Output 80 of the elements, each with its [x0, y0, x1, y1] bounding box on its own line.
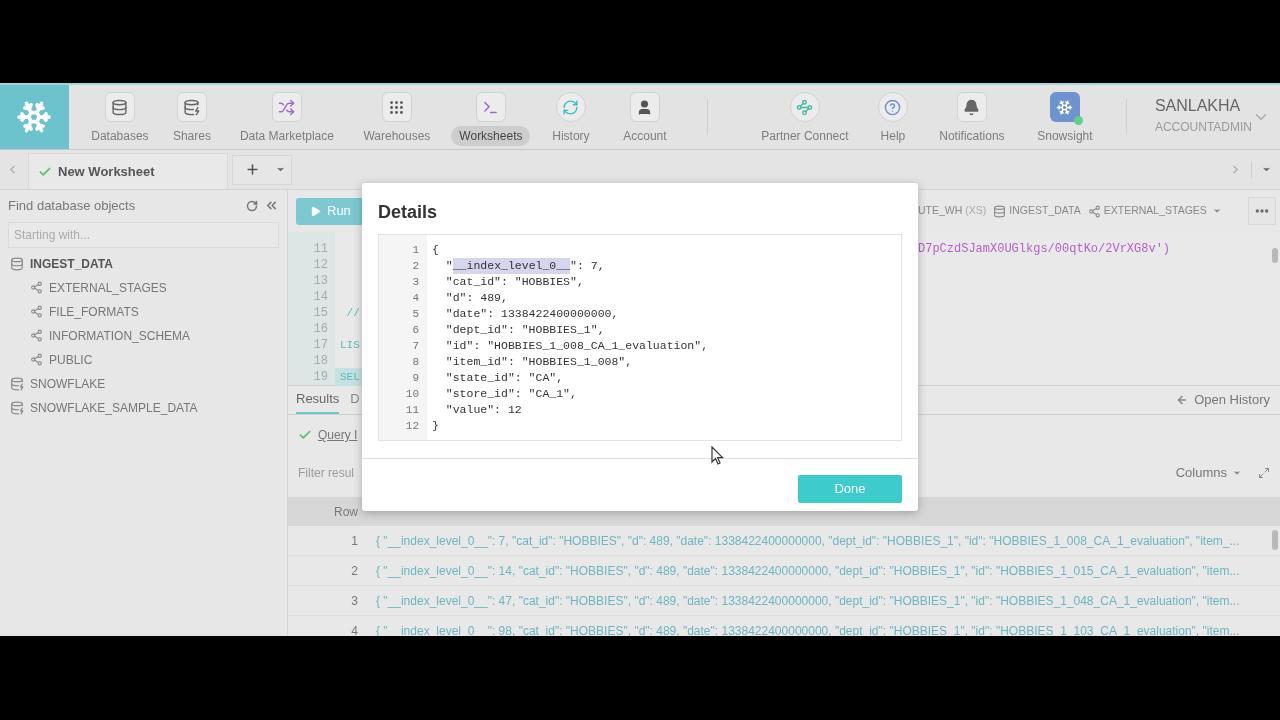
results-tab[interactable]: D: [350, 386, 360, 414]
row-number: 1: [350, 532, 358, 550]
line-number: 11: [312, 241, 329, 258]
nav-item[interactable]: Warehouses: [355, 126, 439, 146]
code-line: }: [432, 418, 440, 434]
line-number: 12: [404, 419, 420, 434]
tree-item[interactable]: INFORMATION_SCHEMA: [49, 326, 191, 345]
line-number: 15: [312, 305, 329, 322]
line-number: 16: [312, 321, 329, 338]
nav-item[interactable]: Account: [615, 126, 675, 146]
line-number: 14: [312, 289, 329, 306]
code-line: "dept_id": "HOBBIES_1",: [444, 322, 606, 338]
line-number: 9: [411, 371, 420, 386]
code-line: "store_id": "CA_1",: [444, 386, 578, 402]
open-history-button[interactable]: Open History: [1176, 386, 1270, 414]
nav-item[interactable]: Data Marketplace: [231, 126, 342, 146]
code-line: "state_id": "CA",: [444, 370, 565, 386]
dialog-title: Details: [378, 202, 438, 222]
results-tab[interactable]: Results: [296, 386, 340, 414]
line-number: 8: [411, 355, 420, 370]
line-number: 1: [411, 243, 420, 258]
row-number: 3: [350, 592, 358, 610]
line-number: 13: [312, 273, 329, 290]
line-number: 7: [411, 339, 420, 354]
line-number: 19: [312, 369, 329, 386]
tree-item[interactable]: INGEST_DATA: [30, 254, 113, 273]
columns-button[interactable]: Columns: [1175, 463, 1242, 483]
line-number: 18: [312, 353, 329, 370]
warehouse-size: (XS): [965, 203, 987, 219]
schema-label[interactable]: EXTERNAL_STAGES: [1103, 203, 1207, 219]
query-link[interactable]: Query I: [318, 426, 358, 444]
code-line: "cat_id": "HOBBIES",: [444, 274, 585, 290]
sidebar-title: Find database objects: [8, 197, 136, 215]
tree-item[interactable]: FILE_FORMATS: [49, 302, 139, 321]
filter-field[interactable]: Filter resul: [298, 464, 358, 482]
nav-item[interactable]: Shares: [164, 126, 219, 146]
database-label[interactable]: INGEST_DATA: [1009, 203, 1081, 219]
user-name: SANLAKHA: [1154, 96, 1242, 116]
nav-item[interactable]: Worksheets: [451, 126, 531, 146]
nav-item[interactable]: Databases: [83, 126, 157, 146]
line-number: 2: [411, 259, 420, 274]
code-text: LIS: [340, 337, 360, 353]
nav-item[interactable]: Partner Connect: [753, 126, 857, 146]
warehouse-label[interactable]: UTE_WH: [918, 203, 963, 219]
tree-item[interactable]: EXTERNAL_STAGES: [49, 278, 167, 297]
code-text: SEL: [340, 369, 360, 385]
code-line: "value": 12: [444, 402, 523, 418]
run-button[interactable]: Run: [296, 197, 362, 225]
line-number: 11: [404, 403, 420, 418]
line-number: 17: [312, 337, 329, 354]
table-cell-text: { "__index_level_0__": 7, "cat_id": "HOBBIES", "d": 489, "date": 1338422400000000, "dept_id": "HOBBIES_1", "id": "HOBBIES_1_008_CA_1_evaluation", "item_...: [376, 532, 1240, 550]
done-button[interactable]: Done: [798, 475, 902, 503]
code-line: "date": 1338422400000000,: [444, 306, 620, 322]
tree-item[interactable]: PUBLIC: [49, 350, 93, 369]
line-number: 4: [411, 291, 420, 306]
tree-item[interactable]: SNOWFLAKE: [30, 374, 106, 393]
nav-item[interactable]: Notifications: [931, 126, 1013, 146]
column-header: Row: [333, 503, 358, 521]
nav-item[interactable]: Help: [872, 126, 914, 146]
line-number: 5: [411, 307, 420, 322]
line-number: 3: [411, 275, 420, 290]
code-text: D7pCzdSJamX0UGlkgs/00qtKo/2VrXG8v'): [918, 242, 1171, 256]
tree-item[interactable]: SNOWFLAKE_SAMPLE_DATA: [30, 398, 198, 417]
code-line: "d": 489,: [444, 290, 509, 306]
line-number: 12: [312, 257, 329, 274]
table-cell-text: { "__index_level_0__": 47, "cat_id": "HOBBIES", "d": 489, "date": 1338422400000000, "dept_id": "HOBBIES_1", "id": "HOBBIES_1_048_CA_1_evaluation", "item...: [376, 592, 1240, 610]
line-number: 10: [404, 387, 420, 402]
table-cell-text: { "__index_level_0__": 14, "cat_id": "HOBBIES", "d": 489, "date": 1338422400000000, "dept_id": "HOBBIES_1", "id": "HOBBIES_1_015_CA_1_evaluation", "item...: [376, 562, 1240, 580]
row-number: 2: [350, 562, 358, 580]
worksheet-tab[interactable]: New Worksheet: [28, 153, 228, 189]
code-line: "item_id": "HOBBIES_1_008",: [444, 354, 634, 370]
code-text: //: [345, 305, 360, 321]
search-field[interactable]: Starting with...: [8, 221, 279, 248]
user-role: ACCOUNTADMIN: [1154, 119, 1252, 136]
row-number: 4: [350, 622, 358, 636]
nav-item[interactable]: Snowsight: [1029, 126, 1101, 146]
nav-item[interactable]: History: [544, 126, 598, 146]
line-number: 6: [411, 323, 420, 338]
code-line: {: [432, 242, 440, 258]
code-line: "id": "HOBBIES_1_008_CA_1_evaluation",: [444, 338, 709, 354]
